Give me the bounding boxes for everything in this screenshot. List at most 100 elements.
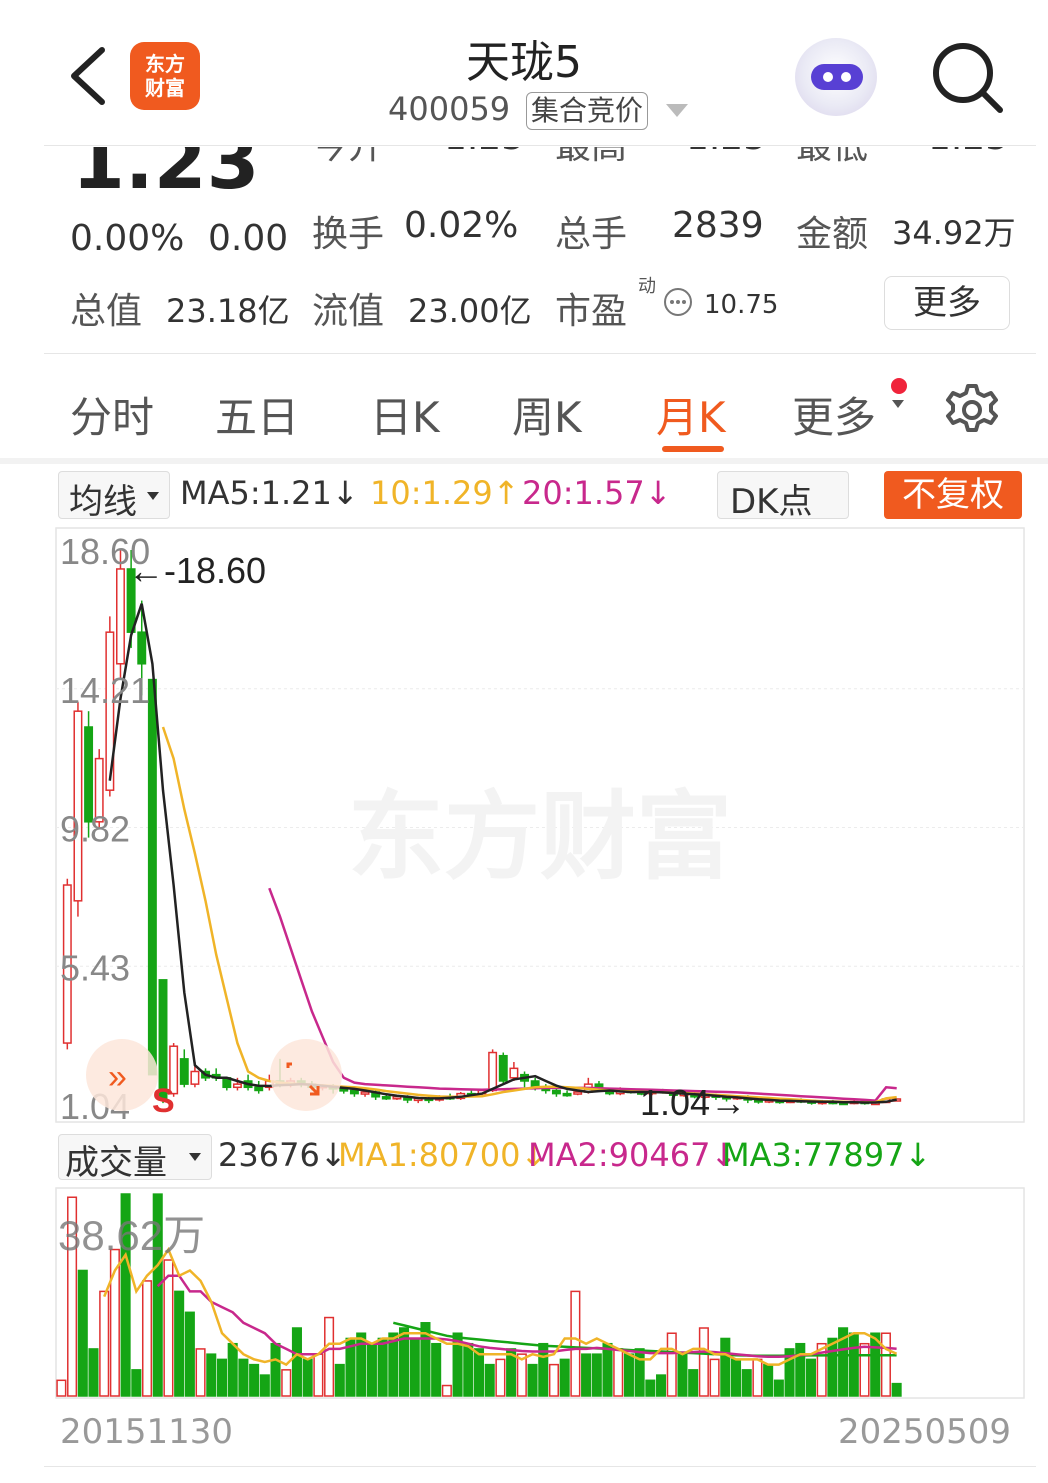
date-start: 20151130 <box>60 1412 234 1452</box>
volume-bar <box>99 1290 110 1397</box>
dk-point-button[interactable]: DK点 <box>717 471 849 522</box>
candlestick-chart[interactable]: 东方财富 18.6014.219.825.431.04 ←-18.60 1.04… <box>0 520 1048 1140</box>
search-icon <box>933 43 1003 113</box>
candle <box>147 678 157 1076</box>
candle-body <box>116 568 125 665</box>
volume-bar <box>77 1269 88 1397</box>
float-cap-label: 流值 <box>312 291 385 332</box>
volume-bar <box>495 1358 506 1397</box>
more-quote-button[interactable]: 更多 <box>884 276 1010 330</box>
pe-value: 10.75 <box>704 290 779 320</box>
volume-bar <box>795 1342 806 1397</box>
volume-bar <box>431 1342 442 1397</box>
price-axis-label: 9.82 <box>60 809 130 850</box>
volume-bar <box>249 1363 260 1397</box>
volume-bar <box>238 1358 249 1397</box>
candle-body <box>360 1091 370 1095</box>
gear-icon <box>946 384 998 432</box>
low-label: 最低 <box>796 147 868 169</box>
caret-down-icon <box>189 1153 201 1161</box>
current-price: 1.23 <box>72 147 260 206</box>
candle-body <box>381 1096 391 1100</box>
tab-intraday[interactable]: 分时 <box>70 384 154 445</box>
volume-bar <box>763 1363 774 1397</box>
caret-down-icon <box>147 492 159 500</box>
volume-bar <box>570 1290 581 1397</box>
no-adjust-button[interactable]: 不复权 <box>884 471 1022 519</box>
candle-body <box>509 1067 519 1079</box>
tab-daily-k[interactable]: 日K <box>370 384 440 445</box>
amount-label: 金额 <box>796 214 869 255</box>
info-dots-icon[interactable] <box>662 286 694 322</box>
ma10-value: 10:1.29↑ <box>370 474 520 512</box>
tab-weekly-k[interactable]: 周K <box>512 384 582 445</box>
stock-title: 天珑5 <box>466 37 582 88</box>
header-divider <box>44 145 1036 146</box>
price-axis-label: 14.21 <box>60 670 150 711</box>
volume-chart[interactable]: 38.62万 <box>0 1186 1048 1402</box>
bottom-divider <box>44 1466 1036 1467</box>
volume-ma1: MA1:80700↓ <box>338 1136 548 1174</box>
candle-body <box>573 1091 583 1095</box>
tabs-separator <box>0 458 1048 464</box>
volume-bar <box>698 1327 709 1397</box>
total-cap-value: 23.18亿 <box>166 292 290 330</box>
volume-bar <box>366 1342 377 1397</box>
volume-bar <box>688 1369 699 1397</box>
turnover-label: 换手 <box>312 214 385 255</box>
sell-marker: S <box>152 1082 175 1120</box>
volume-max-label: 38.62万 <box>58 1212 205 1259</box>
volume-bar <box>559 1358 570 1397</box>
volume-bar <box>752 1358 763 1397</box>
search-button[interactable] <box>930 40 1006 120</box>
volume-bar <box>634 1348 645 1397</box>
volume-label: 总手 <box>555 214 628 255</box>
stock-code: 400059 <box>388 90 511 128</box>
caret-down-icon <box>892 400 904 408</box>
volume-bar <box>656 1374 667 1397</box>
date-end: 20250509 <box>838 1412 1012 1452</box>
tab-monthly-k[interactable]: 月K <box>656 384 726 445</box>
volume-bar <box>859 1342 870 1397</box>
quote-divider <box>44 353 1036 354</box>
active-tab-indicator <box>662 446 724 452</box>
volume-bar <box>195 1348 206 1397</box>
volume-bar <box>677 1353 688 1397</box>
volume-bar <box>527 1363 538 1397</box>
volume-bar <box>827 1337 838 1397</box>
volume-bar <box>581 1353 592 1397</box>
volume-bar <box>131 1369 142 1397</box>
dk-label: DK点 <box>730 482 813 522</box>
candle-body <box>488 1051 498 1092</box>
volume-bar <box>720 1337 731 1397</box>
tab-five-day[interactable]: 五日 <box>215 384 299 445</box>
candle-body <box>179 1058 189 1085</box>
volume-bar <box>666 1332 677 1397</box>
volume-bar <box>645 1379 656 1397</box>
amount-value: 34.92万 <box>892 214 1016 252</box>
assistant-robot-icon[interactable] <box>795 38 877 116</box>
volume-bar <box>174 1290 185 1397</box>
candle-body <box>254 1086 264 1092</box>
tab-more[interactable]: 更多 <box>792 384 876 445</box>
ma-selector[interactable]: 均线 <box>58 471 170 522</box>
turnover-value: 0.02% <box>404 205 519 246</box>
volume-bar <box>216 1358 228 1397</box>
zoom-button[interactable] <box>270 1039 342 1111</box>
caret-down-icon[interactable] <box>666 104 688 117</box>
volume-indicator-selector[interactable]: 成交量 <box>58 1134 212 1183</box>
change-pct: 0.00% <box>70 218 185 259</box>
settings-button[interactable] <box>944 382 1000 442</box>
volume-bar <box>270 1342 281 1397</box>
volume-bar <box>773 1379 784 1397</box>
volume-bar <box>56 1379 67 1397</box>
volume-bar <box>163 1259 174 1397</box>
volume-bar <box>334 1363 345 1397</box>
volume-bar <box>141 1280 153 1397</box>
volume-bar <box>891 1382 902 1397</box>
volume-bar <box>324 1316 335 1397</box>
double-chevron-icon: » <box>108 1058 127 1096</box>
volume-current: 23676↓ <box>218 1136 347 1174</box>
volume-bar <box>880 1332 891 1397</box>
volume-bar <box>591 1353 602 1397</box>
